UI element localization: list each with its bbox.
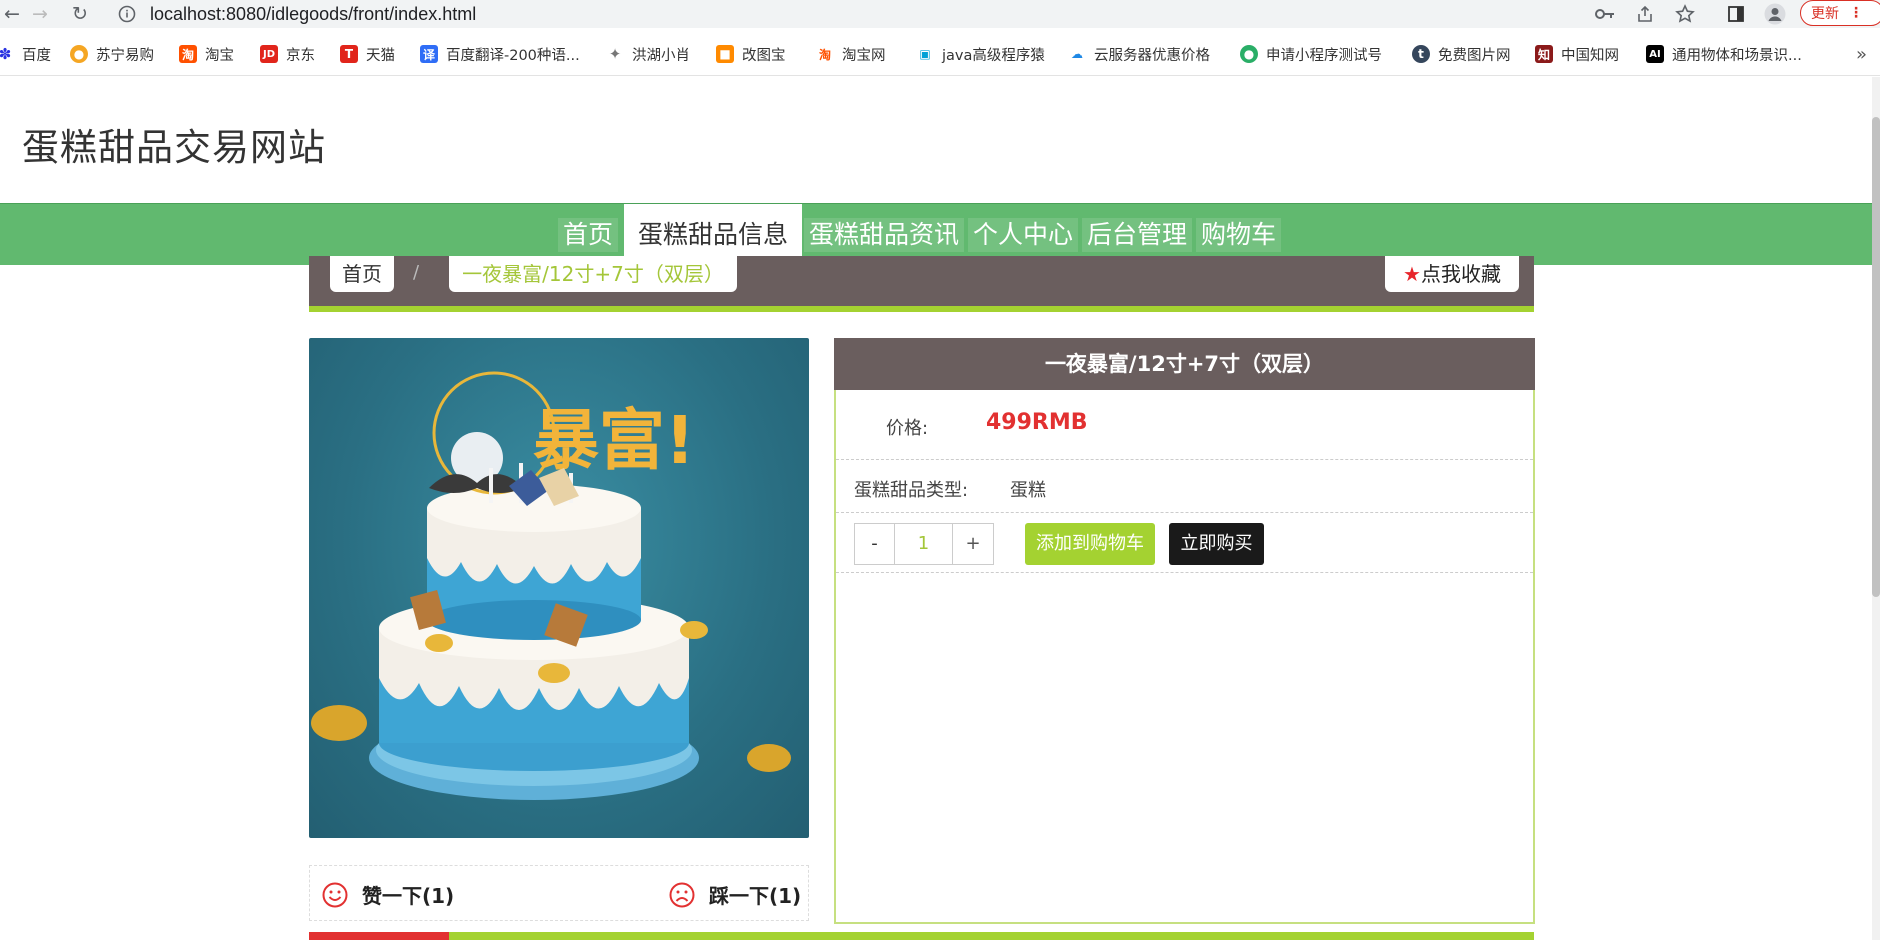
menu-dots-icon: ⋮ bbox=[1849, 5, 1863, 21]
dislike-button[interactable]: 踩一下(1) bbox=[669, 880, 801, 909]
bilibili-icon: ▣ bbox=[919, 47, 931, 61]
smile-icon bbox=[322, 882, 348, 907]
price-value: 499RMB bbox=[986, 410, 1088, 435]
bookmark-honghu[interactable]: ✦ 洪湖小肖 bbox=[606, 44, 690, 64]
quantity-input[interactable]: 1 bbox=[895, 524, 953, 564]
breadcrumb-current: 一夜暴富/12寸+7寸（双层） bbox=[449, 256, 737, 292]
bookmark-baidu-translate[interactable]: 译百度翻译-200种语... bbox=[420, 44, 580, 64]
taobao-icon: 淘 bbox=[179, 45, 197, 63]
quantity-increase-button[interactable]: + bbox=[953, 524, 993, 564]
nav-admin[interactable]: 后台管理 bbox=[1082, 218, 1193, 252]
breadcrumb: 首页 / 一夜暴富/12寸+7寸（双层） ★点我收藏 bbox=[309, 256, 1534, 312]
cnki-icon: 知 bbox=[1535, 45, 1553, 63]
quantity-decrease-button[interactable]: - bbox=[855, 524, 895, 564]
bookmark-star-icon[interactable] bbox=[1674, 3, 1696, 25]
bookmark-ai[interactable]: AI 通用物体和场景识... bbox=[1646, 44, 1802, 64]
frown-icon bbox=[669, 882, 695, 907]
share-icon[interactable] bbox=[1634, 3, 1656, 25]
favorite-button[interactable]: ★点我收藏 bbox=[1385, 256, 1519, 292]
star-icon: ★ bbox=[1403, 262, 1421, 286]
site-title: 蛋糕甜品交易网站 bbox=[22, 126, 326, 169]
key-icon[interactable] bbox=[1594, 3, 1616, 25]
profile-avatar-icon[interactable] bbox=[1764, 3, 1786, 25]
price-row: 价格: 499RMB bbox=[836, 390, 1533, 460]
update-button[interactable]: 更新 ⋮ bbox=[1800, 0, 1880, 26]
forward-icon[interactable]: → bbox=[28, 2, 52, 26]
nav-cart[interactable]: 购物车 bbox=[1196, 218, 1282, 252]
add-to-cart-button[interactable]: 添加到购物车 bbox=[1025, 523, 1155, 565]
purchase-row: - 1 + 添加到购物车 立即购买 bbox=[836, 513, 1533, 573]
bookmark-baidu[interactable]: ✽ 百度 bbox=[0, 44, 51, 64]
bookmark-wechat[interactable]: ● 申请小程序测试号 bbox=[1240, 44, 1382, 64]
address-bar[interactable]: localhost:8080/idlegoods/front/index.htm… bbox=[108, 0, 1780, 28]
bookmark-gaitubao[interactable]: ■ 改图宝 bbox=[716, 44, 786, 64]
translate-icon: 译 bbox=[420, 45, 438, 63]
back-icon[interactable]: ← bbox=[0, 2, 24, 26]
favorite-label: 点我收藏 bbox=[1420, 262, 1501, 286]
type-label: 蛋糕甜品类型: bbox=[854, 480, 969, 501]
update-label: 更新 bbox=[1811, 6, 1839, 22]
bookmarks-bar: ✽ 百度 ● 苏宁易购 淘淘宝 JD 京东 T 天猫 译百度翻译-200种语... ✦ 洪… bbox=[0, 32, 1880, 76]
product-name: 一夜暴富/12寸+7寸（双层） bbox=[834, 338, 1535, 390]
buy-now-button[interactable]: 立即购买 bbox=[1169, 523, 1264, 565]
bookmark-cnki[interactable]: 知中国知网 bbox=[1535, 44, 1619, 64]
browser-toolbar: ← → ↻ localhost:8080/idlegoods/front/ind… bbox=[0, 0, 1880, 28]
site-header: 蛋糕甜品交易网站 bbox=[0, 77, 1872, 203]
bookmark-jd[interactable]: JD 京东 bbox=[260, 44, 315, 64]
bird-icon: ✦ bbox=[608, 45, 622, 63]
gaitubao-icon: ■ bbox=[716, 45, 734, 63]
active-tab-indicator[interactable] bbox=[309, 932, 449, 940]
tumblr-icon: t bbox=[1412, 45, 1430, 63]
site-info-icon[interactable] bbox=[116, 3, 138, 25]
reload-icon[interactable]: ↻ bbox=[68, 2, 92, 26]
url-text: localhost:8080/idlegoods/front/index.htm… bbox=[150, 3, 477, 24]
bookmark-free-images[interactable]: t 免费图片网 bbox=[1412, 44, 1511, 64]
side-panel-icon[interactable] bbox=[1725, 3, 1747, 25]
tmall-icon: T bbox=[340, 45, 358, 63]
quantity-stepper: - 1 + bbox=[854, 523, 994, 565]
dislike-count: 踩一下(1) bbox=[709, 884, 802, 908]
bookmark-taobao-net[interactable]: 淘淘宝网 bbox=[816, 44, 886, 64]
type-value: 蛋糕 bbox=[1010, 480, 1046, 501]
ai-icon: AI bbox=[1646, 45, 1664, 63]
nav-personal-center[interactable]: 个人中心 bbox=[968, 218, 1079, 252]
nav-home[interactable]: 首页 bbox=[558, 218, 619, 252]
svg-text:暴富!: 暴富! bbox=[533, 402, 695, 479]
breadcrumb-home[interactable]: 首页 bbox=[330, 256, 394, 292]
bookmark-bilibili[interactable]: ▣ java高级程序猿 bbox=[916, 44, 1045, 64]
nav-cake-news[interactable]: 蛋糕甜品资讯 bbox=[804, 218, 965, 252]
suning-icon: ● bbox=[70, 45, 88, 63]
bookmark-cloud[interactable]: ☁ 云服务器优惠价格 bbox=[1068, 44, 1210, 64]
cake-illustration: 暴富! bbox=[311, 371, 791, 800]
type-row: 蛋糕甜品类型: 蛋糕 bbox=[836, 460, 1533, 513]
baidu-icon: ✽ bbox=[0, 45, 12, 63]
chevron-right-icon[interactable]: » bbox=[1856, 44, 1867, 65]
bookmark-taobao[interactable]: 淘淘宝 bbox=[179, 44, 234, 64]
bookmark-tmall[interactable]: T 天猫 bbox=[340, 44, 395, 64]
product-info-panel: 一夜暴富/12寸+7寸（双层） 价格: 499RMB 蛋糕甜品类型: 蛋糕 - … bbox=[834, 338, 1535, 924]
like-count: 赞一下(1) bbox=[362, 884, 455, 908]
cloud-icon: ☁ bbox=[1071, 47, 1083, 61]
bookmark-suning[interactable]: ● 苏宁易购 bbox=[70, 44, 154, 64]
taobao-icon: 淘 bbox=[818, 47, 831, 62]
tab-strip bbox=[309, 932, 1534, 940]
page-scrollbar[interactable] bbox=[1872, 77, 1880, 940]
price-label: 价格: bbox=[886, 418, 929, 439]
like-button[interactable]: 赞一下(1) bbox=[322, 880, 454, 909]
breadcrumb-separator: / bbox=[413, 262, 420, 283]
scrollbar-thumb[interactable] bbox=[1872, 117, 1880, 597]
wechat-icon: ● bbox=[1240, 45, 1258, 63]
vote-bar: 赞一下(1) 踩一下(1) bbox=[309, 865, 809, 921]
product-image: 暴富! bbox=[309, 338, 809, 838]
jd-icon: JD bbox=[260, 45, 278, 63]
